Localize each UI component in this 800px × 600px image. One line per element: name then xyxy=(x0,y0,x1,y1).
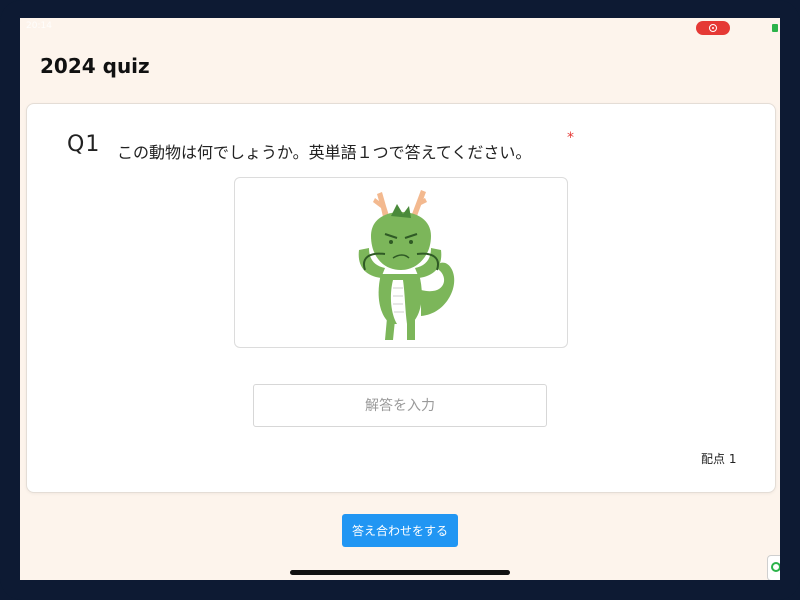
answer-input[interactable] xyxy=(253,384,547,427)
question-text: この動物は何でしょうか。英単語１つで答えてください。 xyxy=(117,143,532,162)
status-time: 20:14 xyxy=(26,21,52,31)
page-title: 2024 quiz xyxy=(40,54,150,78)
required-asterisk: * xyxy=(567,130,574,146)
status-bar: 20:14 xyxy=(20,18,780,38)
floating-widget-icon[interactable] xyxy=(767,555,780,580)
points-label: 配点 1 xyxy=(701,452,737,466)
screen-record-indicator[interactable] xyxy=(696,21,730,35)
home-indicator[interactable] xyxy=(290,570,510,575)
question-number: Q1 xyxy=(67,132,101,157)
dragon-illustration-icon xyxy=(358,190,455,340)
question-card: Q1 この動物は何でしょうか。英単語１つで答えてください。 * 解答を入力 配点… xyxy=(26,103,776,493)
app-screen: 20:14 2024 quiz Q1 この動物は何でしょうか。英単語１つで答えて… xyxy=(20,18,780,580)
tablet-device: 20:14 2024 quiz Q1 この動物は何でしょうか。英単語１つで答えて… xyxy=(0,0,800,600)
check-answers-button[interactable]: 答え合わせをする xyxy=(342,514,458,547)
battery-icon xyxy=(772,24,778,32)
record-icon xyxy=(709,24,717,32)
question-image xyxy=(234,177,568,348)
